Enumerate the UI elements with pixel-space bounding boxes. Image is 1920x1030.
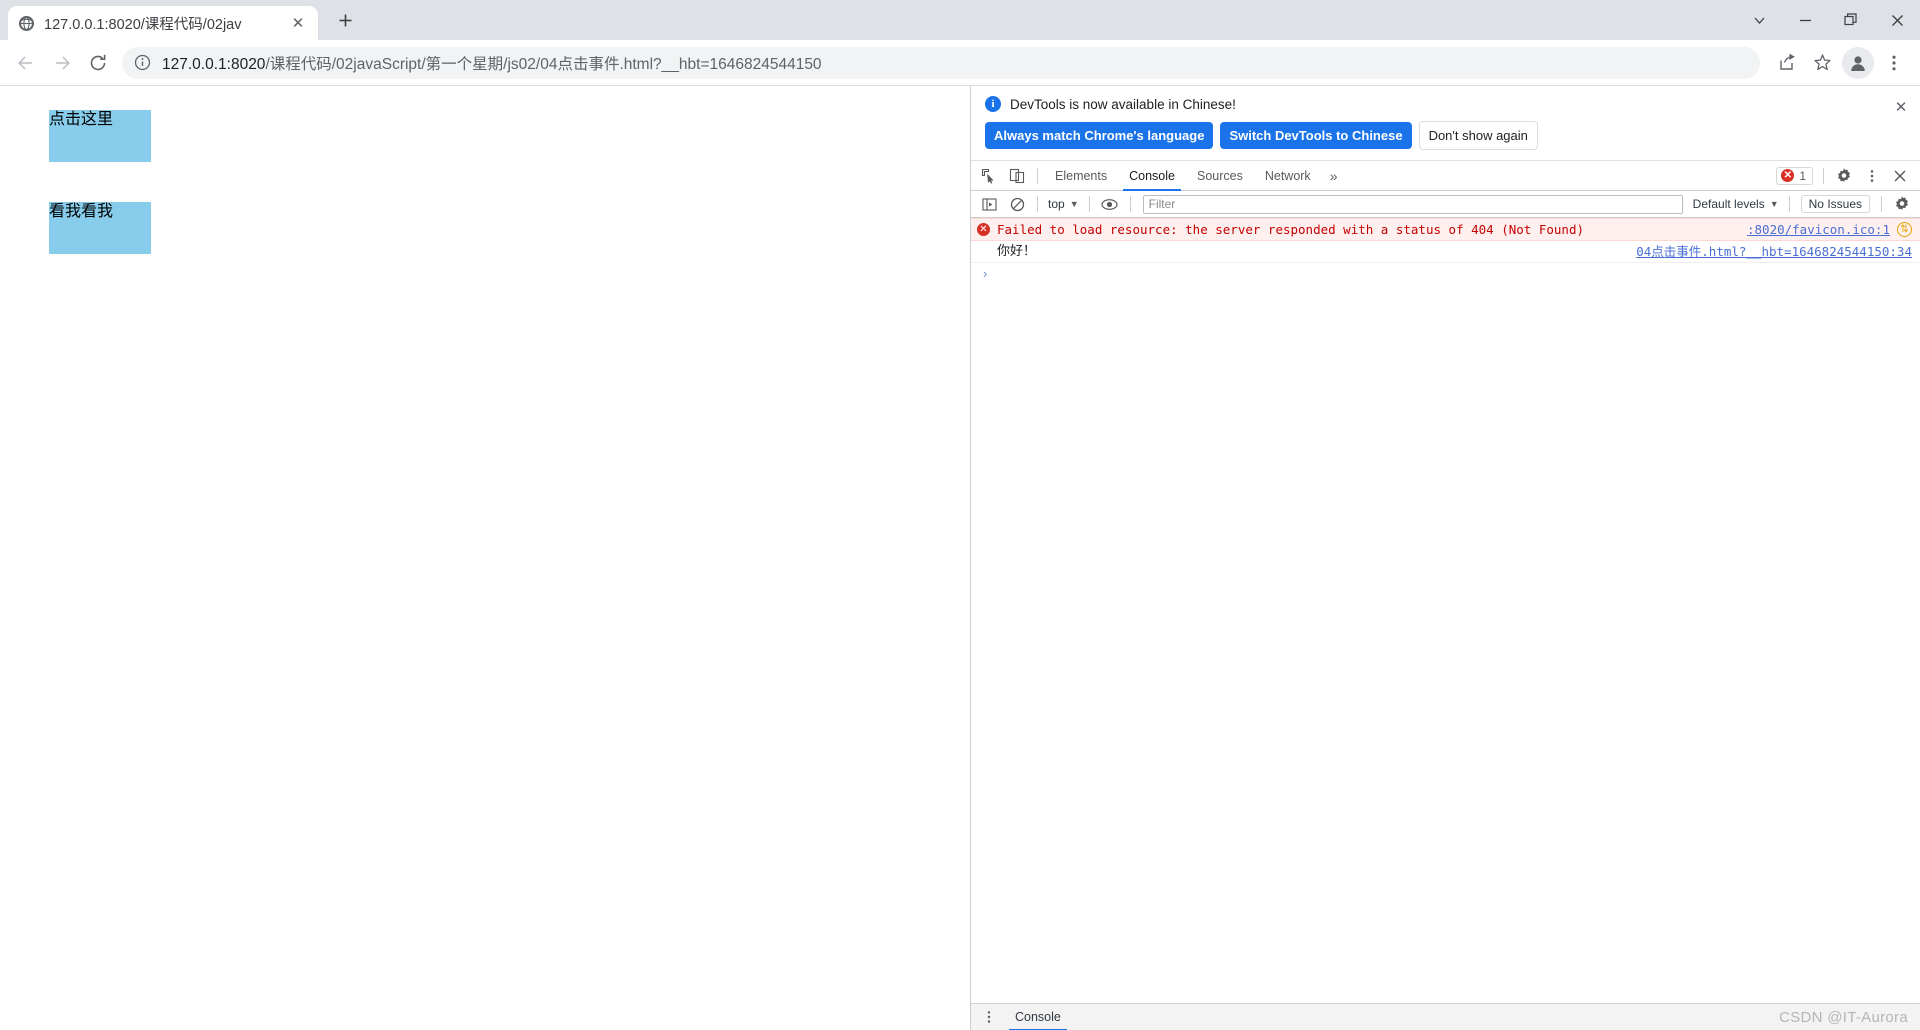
devtools-menu-icon[interactable] <box>1858 163 1886 189</box>
devtools-drawer: Console CSDN @IT-Aurora <box>971 1003 1920 1030</box>
look-at-me-box[interactable]: 看我看我 <box>49 201 151 254</box>
divider <box>1788 196 1790 212</box>
tab-console[interactable]: Console <box>1118 161 1186 191</box>
back-button[interactable] <box>8 45 44 81</box>
log-levels-selector[interactable]: Default levels ▼ <box>1689 197 1783 211</box>
maximize-icon[interactable] <box>1828 0 1874 40</box>
console-message-log[interactable]: 你好！ 04点击事件.html?__hbt=1646824544150:34 <box>971 241 1920 263</box>
execution-context-selector[interactable]: top ▼ <box>1044 197 1083 211</box>
more-tabs-icon[interactable]: » <box>1322 161 1346 191</box>
log-levels-label: Default levels <box>1692 197 1765 211</box>
divider <box>1823 167 1824 184</box>
minimize-icon[interactable] <box>1782 0 1828 40</box>
devtools-tab-bar: Elements Console Sources Network » ✕ 1 <box>971 161 1920 191</box>
url-text: 127.0.0.1:8020/课程代码/02javaScript/第一个星期/j… <box>162 52 1746 74</box>
prompt-caret-icon: › <box>983 265 988 281</box>
share-icon[interactable] <box>1768 45 1804 81</box>
close-window-icon[interactable] <box>1874 0 1920 40</box>
console-toolbar: top ▼ Default levels ▼ No Issues <box>971 191 1920 218</box>
divider <box>1881 196 1882 212</box>
close-icon[interactable]: ✕ <box>1892 98 1910 116</box>
error-icon: ✕ <box>1781 169 1795 182</box>
window-controls <box>1736 0 1920 40</box>
forward-button[interactable] <box>44 45 80 81</box>
settings-gear-icon[interactable] <box>1830 163 1858 189</box>
tab-sources[interactable]: Sources <box>1186 161 1254 191</box>
url-path: /课程代码/02javaScript/第一个星期/js02/04点击事件.htm… <box>265 55 822 73</box>
locale-buttons: Always match Chrome's language Switch De… <box>985 121 1908 150</box>
devtools-tab-actions: ✕ 1 <box>1776 163 1916 189</box>
locale-message-row: i DevTools is now available in Chinese! <box>985 96 1908 112</box>
profile-avatar-icon[interactable] <box>1842 46 1874 79</box>
divider <box>1037 167 1038 184</box>
console-message-error[interactable]: ✕ Failed to load resource: the server re… <box>971 218 1920 241</box>
chevron-down-icon: ▼ <box>1769 199 1779 209</box>
tab-network[interactable]: Network <box>1254 161 1322 191</box>
browser-window: 127.0.0.1:8020/课程代码/02jav ✕ 127.0.0.1:80… <box>0 0 1920 1030</box>
console-message-source-link[interactable]: 04点击事件.html?__hbt=1646824544150:34 <box>1636 244 1912 259</box>
watermark: CSDN @IT-Aurora <box>1779 1008 1908 1026</box>
divider <box>1037 196 1038 212</box>
tab-elements[interactable]: Elements <box>1044 161 1118 191</box>
click-here-box[interactable]: 点击这里 <box>49 109 151 162</box>
devtools-close-icon[interactable] <box>1886 163 1914 189</box>
console-message-text: 你好！ <box>997 244 1037 259</box>
error-count: 1 <box>1799 168 1806 183</box>
chevron-down-icon[interactable] <box>1736 0 1782 40</box>
bookmark-star-icon[interactable] <box>1804 45 1840 81</box>
main-area: 点击这里 看我看我 i DevTools is now available in… <box>0 85 1920 1030</box>
reload-button[interactable] <box>80 45 116 81</box>
url-host: 127.0.0.1:8020 <box>162 55 266 73</box>
switch-devtools-chinese-button[interactable]: Switch DevTools to Chinese <box>1220 122 1412 149</box>
console-message-source-link[interactable]: :8020/favicon.ico:1 <box>1747 222 1890 237</box>
error-icon: ✕ <box>977 223 991 237</box>
console-filter-input[interactable] <box>1142 194 1683 214</box>
close-icon[interactable]: ✕ <box>288 13 308 33</box>
divider <box>1088 196 1090 212</box>
chevron-down-icon: ▼ <box>1069 199 1079 209</box>
browser-toolbar: 127.0.0.1:8020/课程代码/02javaScript/第一个星期/j… <box>0 40 1920 85</box>
locale-message: DevTools is now available in Chinese! <box>1010 96 1236 112</box>
console-message-list[interactable]: ✕ Failed to load resource: the server re… <box>971 218 1920 1003</box>
console-message-text: Failed to load resource: the server resp… <box>997 222 1584 237</box>
devtools-panel: i DevTools is now available in Chinese! … <box>970 86 1920 1030</box>
new-tab-button[interactable] <box>328 3 362 37</box>
console-sidebar-icon[interactable] <box>975 191 1003 217</box>
toolbar-actions <box>1768 45 1912 81</box>
always-match-language-button[interactable]: Always match Chrome's language <box>985 122 1214 149</box>
drawer-tab-console[interactable]: Console <box>1003 1004 1073 1030</box>
live-expression-icon[interactable] <box>1096 191 1124 217</box>
console-prompt[interactable]: › <box>971 263 1920 283</box>
error-count-badge[interactable]: ✕ 1 <box>1776 166 1813 185</box>
globe-icon <box>18 15 35 32</box>
dont-show-again-button[interactable]: Don't show again <box>1418 121 1538 150</box>
locale-notification: i DevTools is now available in Chinese! … <box>971 86 1920 161</box>
divider <box>1129 196 1131 212</box>
drawer-menu-icon[interactable] <box>975 1004 1003 1030</box>
issues-button[interactable]: No Issues <box>1800 195 1870 213</box>
console-settings-icon[interactable] <box>1888 191 1916 217</box>
browser-tab[interactable]: 127.0.0.1:8020/课程代码/02jav ✕ <box>8 6 318 40</box>
address-bar[interactable]: 127.0.0.1:8020/课程代码/02javaScript/第一个星期/j… <box>122 46 1760 79</box>
tab-strip: 127.0.0.1:8020/课程代码/02jav ✕ <box>0 0 1920 40</box>
site-info-icon[interactable] <box>134 54 152 72</box>
clear-console-icon[interactable] <box>1003 191 1031 217</box>
page-viewport: 点击这里 看我看我 <box>0 86 970 1030</box>
tab-title: 127.0.0.1:8020/课程代码/02jav <box>44 16 242 33</box>
chrome-menu-icon[interactable] <box>1876 45 1912 81</box>
device-toolbar-icon[interactable] <box>1003 163 1031 189</box>
inspect-element-icon[interactable] <box>975 163 1003 189</box>
network-request-icon[interactable]: ⇅ <box>1897 222 1912 237</box>
info-icon: i <box>985 96 1001 112</box>
execution-context-label: top <box>1048 197 1065 211</box>
